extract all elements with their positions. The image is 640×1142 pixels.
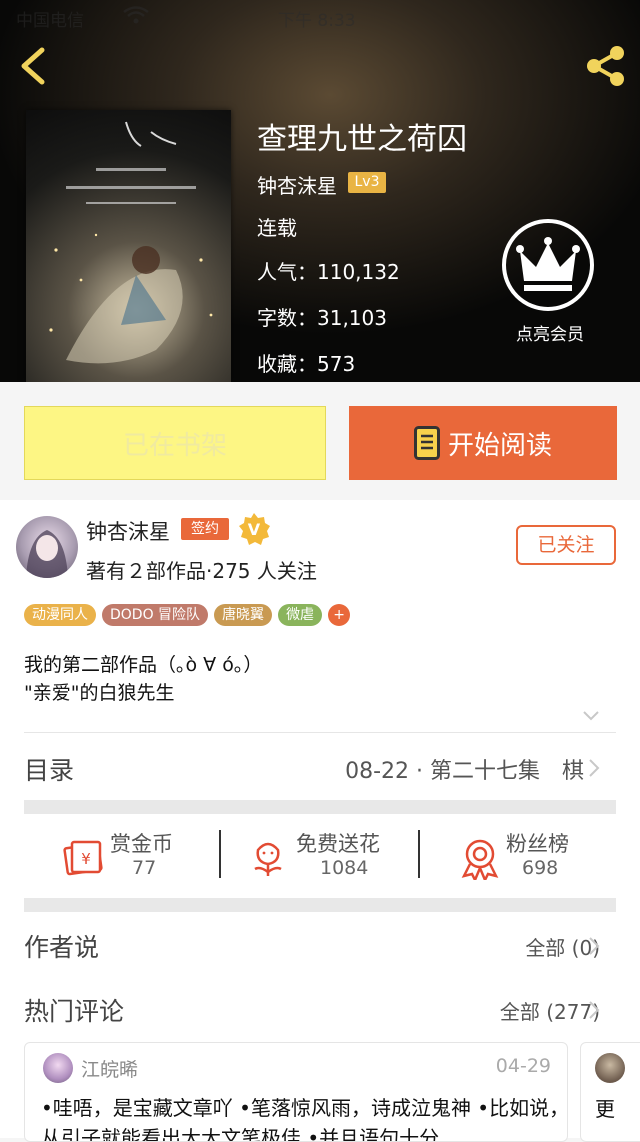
more-tags-button[interactable]: + (328, 604, 351, 626)
cover-illustration (49, 121, 213, 364)
tag-chip[interactable]: 动漫同人 (24, 604, 96, 626)
book-cover[interactable] (26, 110, 231, 382)
hot-comments-title: 热门评论 (24, 997, 125, 1026)
flower-icon (254, 842, 282, 876)
start-reading-label: 开始阅读 (447, 430, 552, 461)
wifi-icon (123, 6, 149, 24)
tag-chip[interactable]: DODO 冒险队 (102, 604, 209, 626)
book-detail-content: 钟杏沫星 签约 V 著有２部作品·275 人关注 已关注 动漫同人 DODO 冒… (0, 500, 640, 1142)
status-bar: 中国电信 下午 8:33 (0, 0, 640, 34)
book-icon (413, 426, 440, 460)
coin-envelope-icon: ¥ (63, 840, 103, 876)
reward-value: 77 (132, 857, 157, 879)
tag-chip[interactable]: 微虐 (278, 604, 323, 626)
medal-icon (461, 839, 499, 880)
latest-chapter-link[interactable]: 08-22 · 第二十七集 棋 (345, 753, 584, 785)
popularity-stat: 人气：110,132 (257, 260, 400, 284)
reward-label: 粉丝榜 (506, 832, 569, 856)
action-bar: 已在书架 开始阅读 (0, 382, 640, 500)
reward-bar: ¥ 赏金币 77 免费送花 1084 粉丝榜 698 (24, 814, 616, 910)
verified-v-icon: V (239, 513, 270, 545)
vip-button[interactable] (502, 219, 594, 311)
in-shelf-button[interactable]: 已在书架 (24, 406, 326, 480)
chevron-right-icon (589, 937, 600, 955)
commenter-name[interactable]: 江皖晞 (81, 1055, 138, 1082)
reward-label: 赏金币 (110, 832, 173, 856)
commenter-avatar[interactable] (595, 1053, 625, 1083)
section-separator (24, 800, 616, 814)
tag-list: 动漫同人 DODO 冒险队 唐晓翼 微虐 + (24, 604, 351, 626)
vip-label[interactable]: 点亮会员 (500, 320, 600, 345)
expand-chevron-icon[interactable] (582, 710, 600, 722)
reward-value: 698 (522, 857, 559, 879)
favorites-stat: 收藏：573 (257, 352, 356, 376)
send-flowers-button[interactable]: 免费送花 1084 (222, 828, 418, 898)
word-count-stat: 字数：31,103 (257, 306, 387, 330)
toc-label[interactable]: 目录 (24, 751, 74, 787)
author-name[interactable]: 钟杏沫星 (86, 516, 170, 546)
author-says-title: 作者说 (24, 933, 100, 962)
reward-value: 1084 (320, 857, 369, 879)
book-title: 查理九世之荷囚 (257, 122, 467, 157)
commenter-avatar[interactable] (43, 1053, 73, 1083)
tag-chip[interactable]: 唐晓翼 (214, 604, 273, 626)
level-badge: Lv3 (348, 172, 386, 193)
share-icon[interactable] (584, 44, 628, 88)
comment-date: 04-29 (495, 1055, 551, 1077)
book-author[interactable]: 钟杏沫星 (257, 170, 337, 199)
followed-button[interactable]: 已关注 (516, 525, 616, 565)
author-meta: 著有２部作品·275 人关注 (86, 559, 317, 583)
in-shelf-label: 已在书架 (122, 430, 227, 461)
back-arrow-icon[interactable] (14, 44, 58, 88)
svg-text:¥: ¥ (81, 850, 91, 868)
reward-label: 免费送花 (296, 832, 380, 856)
clock: 下午 8:33 (278, 11, 356, 31)
divider (24, 732, 616, 733)
start-reading-button[interactable]: 开始阅读 (349, 406, 617, 480)
book-description-line: "亲爱"的白狼先生 (24, 682, 175, 704)
comment-text: •哇唔，是宝藏文章吖 •笔落惊风雨，诗成泣鬼神 •比如说，从引子就能看出大大文笔… (41, 1096, 568, 1142)
chevron-right-icon (589, 1001, 600, 1019)
reward-coins-button[interactable]: ¥ 赏金币 77 (24, 828, 222, 898)
hot-comments-all-link[interactable]: 全部 (277) (500, 996, 600, 1025)
svg-text:V: V (248, 520, 261, 539)
book-status: 连载 (257, 216, 297, 240)
vertical-divider (219, 830, 221, 878)
section-separator (24, 898, 616, 912)
book-description-line: 我的第二部作品（｡ò ∀ ó｡） (24, 654, 263, 676)
fan-ranking-button[interactable]: 粉丝榜 698 (420, 828, 616, 898)
comment-card[interactable]: 江皖晞 04-29 •哇唔，是宝藏文章吖 •笔落惊风雨，诗成泣鬼神 •比如说，从… (24, 1042, 568, 1142)
chevron-right-icon (589, 759, 600, 777)
carrier-label: 中国电信 (16, 11, 84, 31)
author-avatar[interactable] (16, 516, 78, 578)
comment-card[interactable]: 更 (580, 1042, 640, 1142)
comment-text: 更 (595, 1097, 615, 1121)
book-header: 中国电信 下午 8:33 查理九世之荷囚 钟杏沫星 Lv3 连载 人气：110,… (0, 0, 640, 382)
signed-badge: 签约 (181, 518, 229, 540)
avatar-illustration (26, 530, 68, 578)
crown-icon (516, 237, 580, 291)
